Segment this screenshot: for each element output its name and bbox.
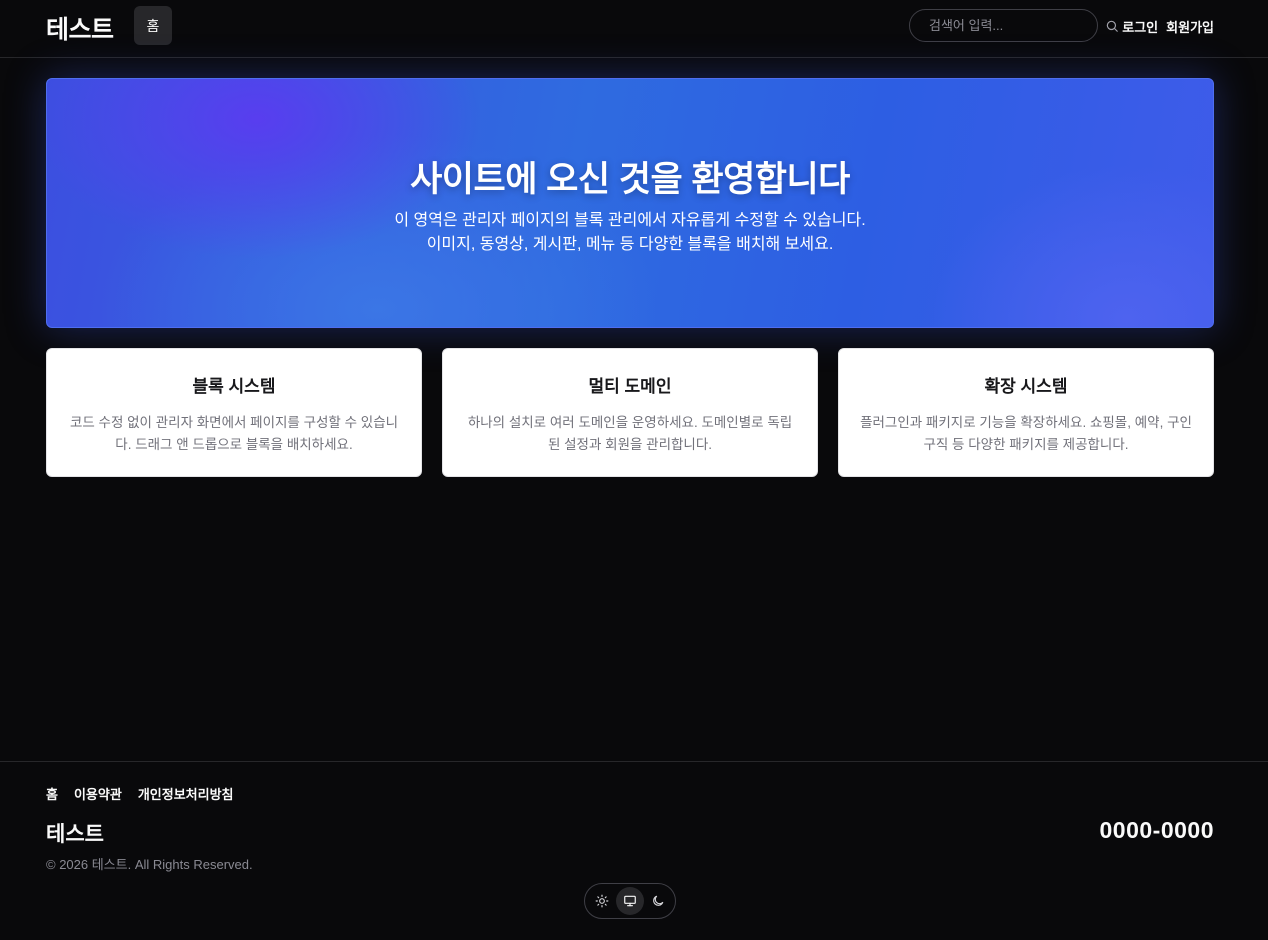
sun-icon [595, 894, 609, 908]
search-box [909, 9, 1118, 42]
hero-line-2: 이미지, 동영상, 게시판, 메뉴 등 다양한 블록을 배치해 보세요. [426, 236, 834, 253]
hero-line-1: 이 영역은 관리자 페이지의 블록 관리에서 자유롭게 수정할 수 있습니다. [394, 212, 866, 229]
nav-item-home[interactable]: 홈 [134, 6, 172, 45]
feature-description: 코드 수정 없이 관리자 화면에서 페이지를 구성할 수 있습니다. 드래그 앤… [69, 415, 399, 452]
footer-link-privacy[interactable]: 개인정보처리방침 [138, 784, 234, 803]
feature-title: 확장 시스템 [984, 377, 1068, 396]
feature-card-multi-domain: 멀티 도메인 하나의 설치로 여러 도메인을 운영하세요. 도메인별로 독립된 … [442, 348, 818, 477]
dark-theme-button[interactable] [644, 887, 672, 915]
search-input[interactable] [929, 18, 1105, 33]
login-link[interactable]: 로그인 [1122, 17, 1158, 36]
hero-description: 이 영역은 관리자 페이지의 블록 관리에서 자유롭게 수정할 수 있습니다. … [47, 209, 1213, 257]
feature-title: 블록 시스템 [192, 377, 276, 396]
signup-link[interactable]: 회원가입 [1166, 17, 1214, 36]
theme-toggle [584, 883, 676, 919]
site-footer: 홈 이용약관 개인정보처리방침 테스트 0000-0000 © 2026 테스트… [0, 761, 1268, 940]
monitor-icon [624, 895, 636, 907]
footer-brand: 테스트 [46, 823, 104, 846]
hero-banner: 사이트에 오신 것을 환영합니다 이 영역은 관리자 페이지의 블록 관리에서 … [46, 78, 1214, 328]
footer-link-home[interactable]: 홈 [46, 784, 58, 803]
footer-nav: 홈 이용약관 개인정보처리방침 [46, 784, 234, 803]
system-theme-button[interactable] [616, 887, 644, 915]
moon-icon [653, 895, 664, 906]
feature-card-block-system: 블록 시스템 코드 수정 없이 관리자 화면에서 페이지를 구성할 수 있습니다… [46, 348, 422, 477]
light-theme-button[interactable] [588, 887, 616, 915]
feature-description: 플러그인과 패키지로 기능을 확장하세요. 쇼핑몰, 예약, 구인구직 등 다양… [860, 415, 1192, 452]
copyright-text: © 2026 테스트. All Rights Reserved. [46, 857, 253, 872]
site-header: 테스트 홈 로그인 회원가입 [0, 0, 1268, 58]
feature-card-extension-system: 확장 시스템 플러그인과 패키지로 기능을 확장하세요. 쇼핑몰, 예약, 구인… [838, 348, 1214, 477]
search-icon[interactable] [1105, 19, 1119, 33]
footer-phone: 0000-0000 [1099, 817, 1214, 843]
site-logo[interactable]: 테스트 [46, 10, 114, 46]
feature-description: 하나의 설치로 여러 도메인을 운영하세요. 도메인별로 독립된 설정과 회원을… [467, 415, 793, 452]
auth-links: 로그인 회원가입 [1122, 17, 1214, 36]
hero-title: 사이트에 오신 것을 환영합니다 [410, 160, 850, 199]
feature-title: 멀티 도메인 [588, 377, 672, 396]
footer-link-terms[interactable]: 이용약관 [74, 784, 122, 803]
